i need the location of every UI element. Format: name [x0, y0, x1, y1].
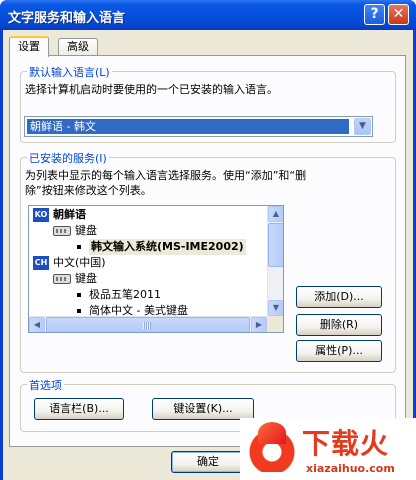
close-button[interactable]: ✕	[388, 4, 409, 25]
bullet-icon	[77, 293, 81, 297]
scroll-up-icon[interactable]: ▲	[268, 206, 283, 222]
watermark-title: 下载火	[302, 427, 390, 460]
bullet-icon	[77, 309, 81, 313]
tree-item-label: 韩文输入系统(MS-IME2002)	[89, 239, 246, 255]
help-button[interactable]: ?	[364, 4, 385, 25]
language-badge: CH	[33, 256, 49, 270]
installed-services-description-1: 为列表中显示的每个输入语言选择服务。使用“添加”和“删	[25, 169, 307, 182]
keyboard-icon	[53, 226, 71, 236]
tree-item-label: 朝鲜语	[53, 208, 86, 221]
tree-item-korean-ime[interactable]: 韩文输入系统(MS-IME2002)	[29, 239, 267, 255]
tab-settings[interactable]: 设置	[9, 36, 49, 57]
tab-advanced[interactable]: 高级	[58, 38, 98, 56]
ok-button[interactable]: 确定	[171, 451, 245, 473]
vertical-scroll-thumb[interactable]	[268, 223, 283, 267]
tree-item-chinese[interactable]: CH 中文(中国)	[29, 255, 267, 271]
chevron-down-icon[interactable]: ▼	[354, 118, 371, 135]
tree-item-wubi[interactable]: 极品五笔2011	[29, 287, 267, 303]
properties-button[interactable]: 属性(P)...	[296, 340, 382, 362]
dialog-window: 文字服务和输入语言 ? ✕ 设置 高级 默认输入语言(L) 选择计算机启动时要使…	[0, 0, 416, 480]
dialog-client: 设置 高级 默认输入语言(L) 选择计算机启动时要使用的一个已安装的输入语言。 …	[3, 30, 413, 480]
tree-item-label: 键盘	[75, 272, 97, 285]
language-badge: KO	[33, 208, 49, 222]
scroll-down-icon[interactable]: ▼	[268, 300, 283, 316]
tree-item-korean[interactable]: KO 朝鲜语	[29, 207, 267, 223]
flame-logo-icon	[248, 422, 296, 472]
watermark-url: xiazaihuo.com	[306, 462, 395, 475]
horizontal-scroll-thumb[interactable]	[46, 317, 250, 332]
installed-services-description-2: 除”按钮来修改这个列表。	[25, 184, 152, 197]
tree-item-label: 极品五笔2011	[89, 288, 161, 301]
installed-services-title: 已安装的服务(I)	[27, 150, 109, 166]
language-bar-button[interactable]: 语言栏(B)...	[34, 398, 124, 420]
watermark-logo: 下载火 xiazaihuo.com	[240, 418, 416, 480]
services-tree[interactable]: KO 朝鲜语 键盘 韩文输入系统(MS-IME2002) CH 中文(中国) 键…	[28, 205, 284, 333]
keyboard-icon	[53, 274, 71, 284]
tree-item-label: 键盘	[75, 224, 97, 237]
settings-panel: 默认输入语言(L) 选择计算机启动时要使用的一个已安装的输入语言。 朝鲜语 - …	[9, 55, 406, 447]
tree-item-label: 中文(中国)	[53, 256, 106, 269]
window-title: 文字服务和输入语言	[8, 11, 126, 26]
tree-vertical-scrollbar[interactable]: ▲ ▼	[267, 206, 283, 316]
remove-button[interactable]: 删除(R)	[296, 314, 382, 336]
bullet-icon	[77, 245, 81, 249]
tree-item-keyboard-2[interactable]: 键盘	[29, 271, 267, 287]
title-bar[interactable]: 文字服务和输入语言 ? ✕	[0, 0, 416, 30]
add-button[interactable]: 添加(D)...	[296, 286, 382, 308]
scrollbar-corner	[267, 316, 283, 332]
scroll-right-icon[interactable]: ▶	[251, 317, 267, 332]
default-language-value: 朝鲜语 - 韩文	[27, 119, 349, 134]
tree-horizontal-scrollbar[interactable]: ◀ ▶	[29, 316, 267, 332]
default-language-combo[interactable]: 朝鲜语 - 韩文 ▼	[24, 116, 373, 137]
tree-item-keyboard-1[interactable]: 键盘	[29, 223, 267, 239]
default-language-description: 选择计算机启动时要使用的一个已安装的输入语言。	[25, 83, 278, 96]
key-settings-button[interactable]: 键设置(K)...	[152, 398, 254, 420]
default-language-title: 默认输入语言(L)	[27, 64, 112, 80]
preferences-title: 首选项	[27, 377, 64, 393]
scroll-left-icon[interactable]: ◀	[29, 317, 45, 332]
